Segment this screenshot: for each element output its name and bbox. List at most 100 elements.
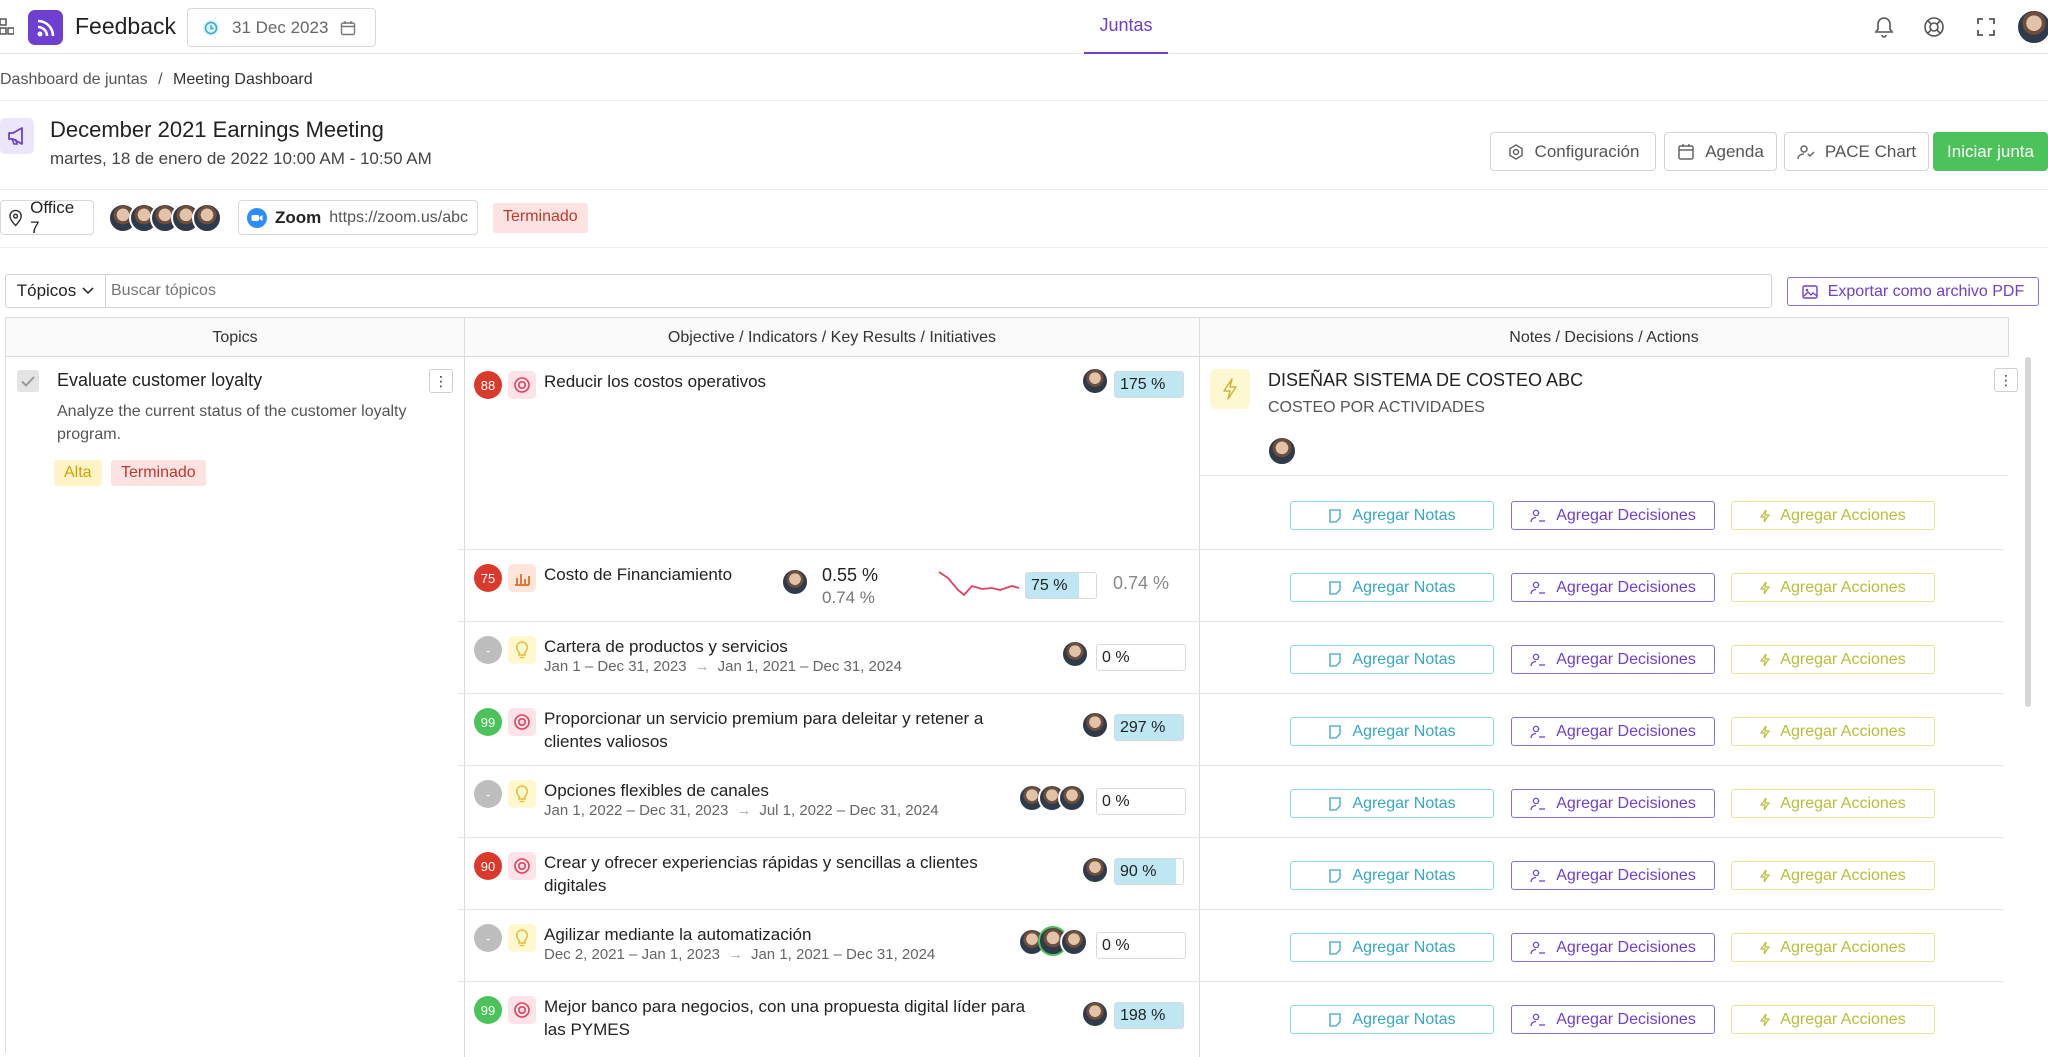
add-decisions-button[interactable]: Agregar Decisiones: [1511, 789, 1715, 818]
topics-dropdown[interactable]: Tópicos: [6, 275, 106, 307]
date-picker[interactable]: 31 Dec 2023: [187, 8, 376, 47]
add-actions-label: Agregar Acciones: [1780, 650, 1906, 668]
agenda-button[interactable]: Agenda: [1664, 132, 1777, 171]
add-decisions-button[interactable]: Agregar Decisiones: [1511, 573, 1715, 602]
add-actions-button[interactable]: Agregar Acciones: [1731, 717, 1935, 746]
avatar: [1081, 711, 1109, 739]
score-badge: -: [474, 924, 502, 952]
add-actions-label: Agregar Acciones: [1780, 866, 1906, 884]
date-value: 31 Dec 2023: [232, 17, 329, 37]
note-icon: [1328, 652, 1342, 667]
participants-avatars[interactable]: [108, 203, 228, 233]
avatar: [1081, 367, 1109, 395]
topic-checkbox[interactable]: [17, 370, 39, 392]
progress-value: 175 %: [1120, 376, 1166, 393]
topic-title[interactable]: Evaluate customer loyalty: [57, 370, 262, 391]
item-title[interactable]: Mejor banco para negocios, con una propu…: [544, 995, 1025, 1018]
breadcrumb-link-dashboard[interactable]: Dashboard de juntas: [0, 71, 148, 88]
note-icon: [1328, 796, 1342, 811]
topics-search-input[interactable]: [111, 277, 1761, 305]
meeting-datetime: martes, 18 de enero de 2022 10:00 AM - 1…: [50, 149, 432, 168]
progress-indicator: 0 %: [1096, 932, 1186, 959]
apps-grid-icon[interactable]: [0, 18, 14, 36]
add-actions-button[interactable]: Agregar Acciones: [1731, 501, 1935, 530]
target-icon: [508, 371, 536, 399]
user-avatar[interactable]: [2016, 9, 2048, 45]
add-notes-label: Agregar Notas: [1352, 506, 1456, 524]
indicator-actual: 0.55 %: [822, 565, 879, 585]
fullscreen-icon[interactable]: [1974, 15, 1998, 39]
add-notes-button[interactable]: Agregar Notas: [1290, 573, 1494, 602]
add-actions-button[interactable]: Agregar Acciones: [1731, 573, 1935, 602]
clock-icon: [203, 19, 219, 36]
add-notes-button[interactable]: Agregar Notas: [1290, 933, 1494, 962]
lightning-icon: [1760, 941, 1771, 955]
progress-indicator: 90 %: [1114, 858, 1184, 885]
avatar: [1058, 784, 1086, 812]
map-pin-icon: [9, 209, 22, 227]
item-title[interactable]: Costo de Financiamiento: [544, 563, 732, 586]
add-decisions-button[interactable]: Agregar Decisiones: [1511, 933, 1715, 962]
breadcrumb-current: Meeting Dashboard: [173, 71, 313, 88]
rss-icon[interactable]: [28, 10, 63, 45]
add-decisions-button[interactable]: Agregar Decisiones: [1511, 717, 1715, 746]
pace-chart-button[interactable]: PACE Chart: [1784, 132, 1929, 171]
item-dates: Jan 1 – Dec 31, 2023 → Jan 1, 2021 – Dec 3…: [544, 658, 902, 675]
add-decisions-button[interactable]: Agregar Decisiones: [1511, 1005, 1715, 1034]
scrollbar[interactable]: [2025, 357, 2031, 707]
add-notes-button[interactable]: Agregar Notas: [1290, 501, 1494, 530]
bell-icon[interactable]: [1872, 15, 1896, 39]
export-pdf-button[interactable]: Exportar como archivo PDF: [1787, 277, 2039, 306]
tab-juntas[interactable]: Juntas: [1084, 0, 1168, 54]
lightning-icon: [1760, 869, 1771, 883]
date-range-planned: Dec 2, 2021 – Jan 1, 2023: [544, 946, 720, 963]
decision-icon: [1530, 797, 1546, 811]
zoom-chip[interactable]: Zoom https://zoom.us/abc: [238, 200, 478, 235]
note-icon: [1328, 868, 1342, 883]
item-title[interactable]: Crear y ofrecer experiencias rápidas y s…: [544, 851, 978, 874]
breadcrumb: Dashboard de juntas / Meeting Dashboard: [0, 71, 313, 89]
item-title[interactable]: Agilizar mediante la automatización: [544, 923, 811, 946]
users-chart-icon: [1797, 144, 1815, 159]
add-decisions-button[interactable]: Agregar Decisiones: [1511, 861, 1715, 890]
add-notes-button[interactable]: Agregar Notas: [1290, 861, 1494, 890]
start-meeting-button[interactable]: Iniciar junta: [1933, 132, 2048, 171]
add-notes-button[interactable]: Agregar Notas: [1290, 1005, 1494, 1034]
add-actions-button[interactable]: Agregar Acciones: [1731, 861, 1935, 890]
add-actions-button[interactable]: Agregar Acciones: [1731, 1005, 1935, 1034]
item-title[interactable]: Proporcionar un servicio premium para de…: [544, 707, 983, 730]
zoom-url[interactable]: https://zoom.us/abc: [329, 209, 468, 227]
item-title[interactable]: Reducir los costos operativos: [544, 370, 766, 393]
note-icon: [1328, 724, 1342, 739]
note-icon: [1328, 580, 1342, 595]
add-notes-button[interactable]: Agregar Notas: [1290, 717, 1494, 746]
item-title[interactable]: Cartera de productos y servicios: [544, 635, 788, 658]
calendar-icon: [1678, 143, 1694, 160]
add-decisions-button[interactable]: Agregar Decisiones: [1511, 501, 1715, 530]
meeting-status-badge: Terminado: [493, 203, 588, 233]
add-notes-button[interactable]: Agregar Notas: [1290, 789, 1494, 818]
add-actions-label: Agregar Acciones: [1780, 506, 1906, 524]
note-icon: [1328, 940, 1342, 955]
add-actions-button[interactable]: Agregar Acciones: [1731, 933, 1935, 962]
column-header-objectives: Objective / Indicators / Key Results / I…: [465, 317, 1200, 357]
add-actions-button[interactable]: Agregar Acciones: [1731, 789, 1935, 818]
add-actions-button[interactable]: Agregar Acciones: [1731, 645, 1935, 674]
topic-menu-button[interactable]: ⋮: [429, 369, 453, 393]
add-decisions-label: Agregar Decisiones: [1556, 506, 1696, 524]
date-range-actual: Jan 1, 2021 – Dec 31, 2024: [750, 946, 936, 963]
add-notes-button[interactable]: Agregar Notas: [1290, 645, 1494, 674]
item-dates: Jan 1, 2022 – Dec 31, 2023 → Jul 1, 2022 –…: [544, 802, 939, 819]
note-icon: [1328, 508, 1342, 523]
lifebuoy-icon[interactable]: [1922, 15, 1946, 39]
zoom-icon: [247, 207, 267, 228]
score-badge: 99: [474, 708, 502, 736]
add-decisions-label: Agregar Decisiones: [1556, 938, 1696, 956]
lightning-icon: [1760, 797, 1771, 811]
add-decisions-button[interactable]: Agregar Decisiones: [1511, 645, 1715, 674]
add-notes-label: Agregar Notas: [1352, 866, 1456, 884]
config-button[interactable]: Configuración: [1490, 132, 1656, 171]
item-title[interactable]: Opciones flexibles de canales: [544, 779, 769, 802]
location-chip[interactable]: Office 7: [0, 198, 94, 237]
target-icon: [508, 852, 536, 880]
